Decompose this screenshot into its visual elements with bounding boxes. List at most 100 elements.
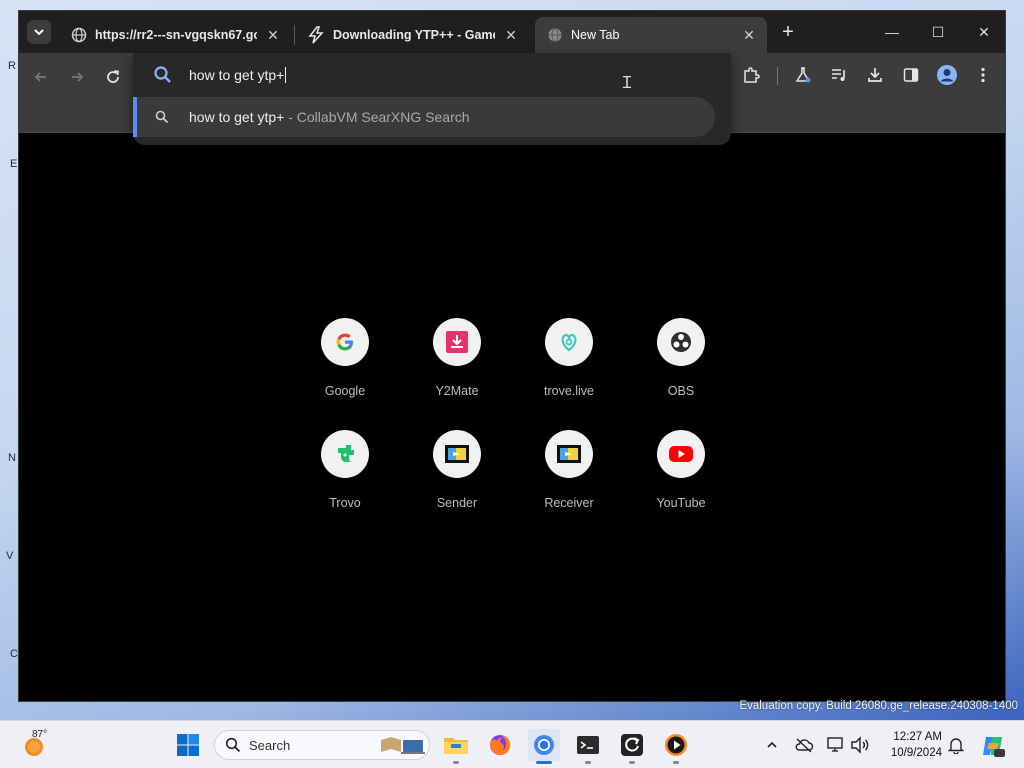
network-tray-button[interactable] <box>826 735 846 755</box>
show-hidden-icons-button[interactable] <box>762 735 782 755</box>
clock-date: 10/9/2024 <box>890 747 942 759</box>
running-indicator <box>453 761 459 764</box>
reload-button[interactable] <box>101 65 125 89</box>
media-controls-button[interactable] <box>827 63 851 87</box>
shortcut-obs[interactable]: OBS <box>636 314 726 414</box>
chromium-button[interactable] <box>528 729 560 764</box>
flask-icon <box>795 67 811 83</box>
address-input-value: how to get ytp+ <box>189 67 285 83</box>
chromium-icon <box>534 735 554 755</box>
system-clock[interactable]: 12:27 AM 10/9/2024 <box>882 729 942 761</box>
taskbar-search-box[interactable]: Search <box>214 730 430 760</box>
suggestion-query: how to get ytp+ <box>189 109 285 125</box>
running-indicator <box>673 761 679 764</box>
labs-button[interactable] <box>791 63 815 87</box>
reload-icon <box>107 70 120 83</box>
omnibox-suggestion[interactable]: how to get ytp+ - CollabVM SearXNG Searc… <box>133 97 715 137</box>
obs-icon <box>657 318 705 366</box>
menu-button[interactable] <box>971 63 995 87</box>
puzzle-piece-icon <box>744 67 760 83</box>
lightning-bolt-icon <box>308 26 324 44</box>
y2mate-icon <box>433 318 481 366</box>
suggestion-highlight-bar <box>133 97 137 137</box>
folder-icon <box>444 738 468 754</box>
receiver-icon <box>545 430 593 478</box>
desktop-icon-label-fragment: E <box>10 158 18 170</box>
terminal-button[interactable] <box>572 729 604 764</box>
taskbar-search-label: Search <box>249 738 291 753</box>
monitor-network-icon <box>827 737 843 752</box>
tab-downloading-ytp[interactable]: Downloading YTP++ - Game J ✕ <box>295 17 529 53</box>
shortcut-trove-live[interactable]: trove.live <box>524 314 614 414</box>
address-input[interactable]: how to get ytp+ <box>189 67 287 83</box>
notifications-button[interactable] <box>946 735 966 755</box>
trove-live-icon <box>545 318 593 366</box>
arrow-right-icon <box>72 72 84 82</box>
youtube-icon <box>657 430 705 478</box>
close-tab-icon[interactable]: ✕ <box>503 27 519 44</box>
running-indicator <box>629 761 635 764</box>
profile-button[interactable] <box>935 63 959 87</box>
download-icon <box>868 68 882 82</box>
shortcut-label: YouTube <box>656 496 706 510</box>
media-player-button[interactable] <box>660 729 692 764</box>
desktop-icon-label-fragment: R <box>8 60 16 72</box>
search-highlight-icon <box>381 737 425 754</box>
speaker-icon <box>851 736 869 754</box>
minimize-button[interactable]: — <box>877 19 907 45</box>
tab-title: New Tab <box>571 28 620 42</box>
ibeam-cursor-icon: Ｉ <box>619 73 636 92</box>
side-panel-icon <box>903 68 919 82</box>
firefox-button[interactable] <box>484 729 516 761</box>
desktop-icon-label-fragment: N <box>8 452 16 464</box>
windows-logo-icon <box>177 734 199 756</box>
shortcut-y2mate[interactable]: Y2Mate <box>412 314 502 414</box>
file-explorer-button[interactable] <box>440 729 472 764</box>
sender-icon <box>433 430 481 478</box>
maximize-button[interactable]: ☐ <box>923 19 953 45</box>
address-bar[interactable]: how to get ytp+ <box>133 53 731 97</box>
forward-button[interactable] <box>65 65 89 89</box>
copilot-button[interactable] <box>980 733 1006 759</box>
omnibox-dropdown: how to get ytp+ how to get ytp+ - Collab… <box>133 53 731 145</box>
start-button[interactable] <box>172 729 204 761</box>
close-tab-icon[interactable]: ✕ <box>741 27 757 44</box>
tab-new-tab[interactable]: New Tab ✕ <box>535 17 767 53</box>
extensions-button[interactable] <box>739 63 763 87</box>
shortcut-google[interactable]: Google <box>300 314 390 414</box>
volume-tray-button[interactable] <box>850 735 870 755</box>
tab-title: https://rr2---sn-vgqskn67.goo <box>95 28 257 42</box>
browser-window: https://rr2---sn-vgqskn67.goo ✕ Download… <box>18 10 1006 702</box>
search-icon <box>154 66 171 83</box>
downloads-button[interactable] <box>863 63 887 87</box>
search-icon <box>225 737 241 753</box>
shortcut-label: OBS <box>667 384 695 398</box>
shortcut-receiver[interactable]: Receiver <box>524 426 614 526</box>
new-tab-button[interactable]: + <box>777 21 799 44</box>
shortcut-trovo[interactable]: Trovo <box>300 426 390 526</box>
shortcut-youtube[interactable]: YouTube <box>636 426 726 526</box>
tab-search-button[interactable] <box>27 20 51 44</box>
copilot-icon <box>983 737 1005 757</box>
onedrive-tray-button[interactable] <box>794 735 814 755</box>
search-icon <box>155 110 169 124</box>
trovo-icon <box>321 430 369 478</box>
shortcut-label: Y2Mate <box>435 384 479 398</box>
weather-widget[interactable]: 87° <box>20 729 70 761</box>
close-tab-icon[interactable]: ✕ <box>265 27 281 44</box>
clock-time: 12:27 AM <box>893 731 942 743</box>
bell-icon <box>947 738 965 754</box>
tab-strip: https://rr2---sn-vgqskn67.goo ✕ Download… <box>19 11 1005 53</box>
side-panel-button[interactable] <box>899 63 923 87</box>
terminal-icon <box>577 736 599 754</box>
avatar-icon <box>937 65 957 85</box>
sync-app-button[interactable] <box>616 729 648 764</box>
close-window-button[interactable]: ✕ <box>969 19 999 45</box>
shortcut-sender[interactable]: Sender <box>412 426 502 526</box>
play-icon <box>665 734 687 756</box>
back-button[interactable] <box>29 65 53 89</box>
tab-video-download[interactable]: https://rr2---sn-vgqskn67.goo ✕ <box>59 17 291 53</box>
text-cursor <box>285 67 287 83</box>
suggestion-text: how to get ytp+ - CollabVM SearXNG Searc… <box>189 109 470 125</box>
kebab-menu-icon <box>981 67 985 83</box>
